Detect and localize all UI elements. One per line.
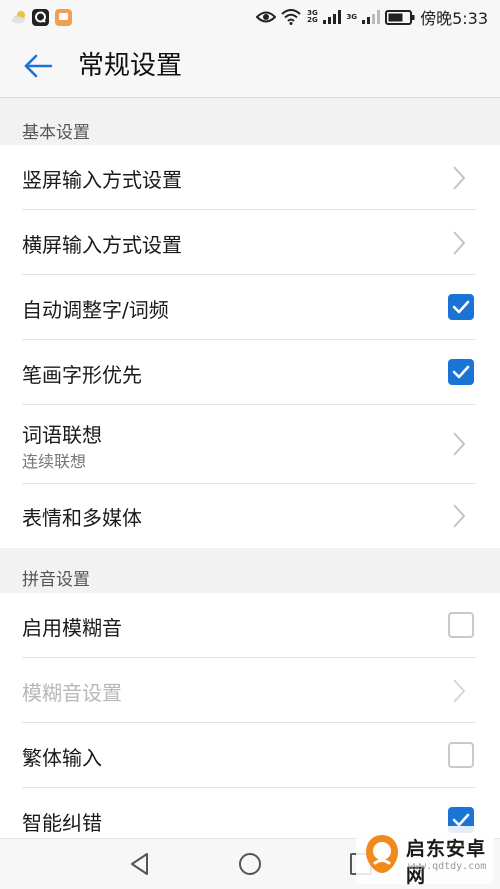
wifi-icon [281,9,302,25]
status-right-icons: 3G 2G 3G 傍晚5:33 [256,6,488,28]
setting-item-traditional-input[interactable]: 繁体输入 [0,723,500,788]
setting-label: 表情和多媒体 [22,506,142,530]
site-watermark: 启东安卓网 www.qdtdy.com [356,826,494,887]
setting-item-auto-frequency[interactable]: 自动调整字/词频 [0,275,500,340]
setting-item-emoji-media[interactable]: 表情和多媒体 [0,484,500,548]
network-type-label-2: 3G [346,12,358,21]
section-header-basic: 基本设置 [0,105,500,149]
setting-item-fuzzy-settings: 模糊音设置 [0,658,500,723]
fuzzy-enable-checkbox[interactable] [448,612,474,638]
watermark-url: www.qdtdy.com [408,861,487,872]
network-type-label: 3G 2G [307,9,318,24]
chevron-right-icon [453,231,466,255]
section-header-label: 拼音设置 [22,570,90,590]
app-bar: 常规设置 [0,34,500,98]
setting-label: 词语联想 [22,423,102,447]
nav-home-icon[interactable] [237,851,263,877]
chevron-right-icon [453,504,466,528]
chevron-right-icon [453,679,466,703]
status-bar: 3G 2G 3G 傍晚5:33 [0,0,500,34]
setting-label: 竖屏输入方式设置 [22,168,182,192]
nav-back-icon[interactable] [127,851,153,877]
status-left-icons [12,7,72,27]
chevron-right-icon [453,432,466,456]
setting-item-portrait-input[interactable]: 竖屏输入方式设置 [0,145,500,210]
setting-label: 模糊音设置 [22,681,122,705]
signal-icon-2 [362,10,381,24]
setting-sublabel: 连续联想 [22,452,87,471]
checkmark-icon [452,365,470,379]
auto-frequency-checkbox[interactable] [448,294,474,320]
traditional-input-checkbox[interactable] [448,742,474,768]
back-arrow-icon[interactable] [22,50,54,82]
setting-label: 智能纠错 [22,811,102,835]
watermark-logo-icon [366,835,398,873]
stroke-priority-checkbox[interactable] [448,359,474,385]
setting-label: 启用模糊音 [22,616,122,640]
setting-label: 横屏输入方式设置 [22,233,182,257]
weather-icon [12,11,25,24]
setting-label: 繁体输入 [22,746,102,770]
section-header-pinyin: 拼音设置 [0,552,500,596]
setting-item-fuzzy-enable[interactable]: 启用模糊音 [0,593,500,658]
setting-label: 自动调整字/词频 [22,298,169,322]
setting-item-word-association[interactable]: 词语联想 连续联想 [0,405,500,484]
battery-icon [385,9,415,25]
setting-item-landscape-input[interactable]: 横屏输入方式设置 [0,210,500,275]
setting-label: 笔画字形优先 [22,363,142,387]
status-time: 傍晚5:33 [420,9,488,28]
section-header-label: 基本设置 [22,123,90,143]
chevron-right-icon [453,166,466,190]
signal-icon [323,10,342,24]
setting-item-stroke-priority[interactable]: 笔画字形优先 [0,340,500,405]
checkmark-icon [452,300,470,314]
eye-icon [256,11,277,23]
page-title: 常规设置 [78,51,183,81]
q-app-icon [32,8,49,26]
message-app-icon [55,8,72,26]
